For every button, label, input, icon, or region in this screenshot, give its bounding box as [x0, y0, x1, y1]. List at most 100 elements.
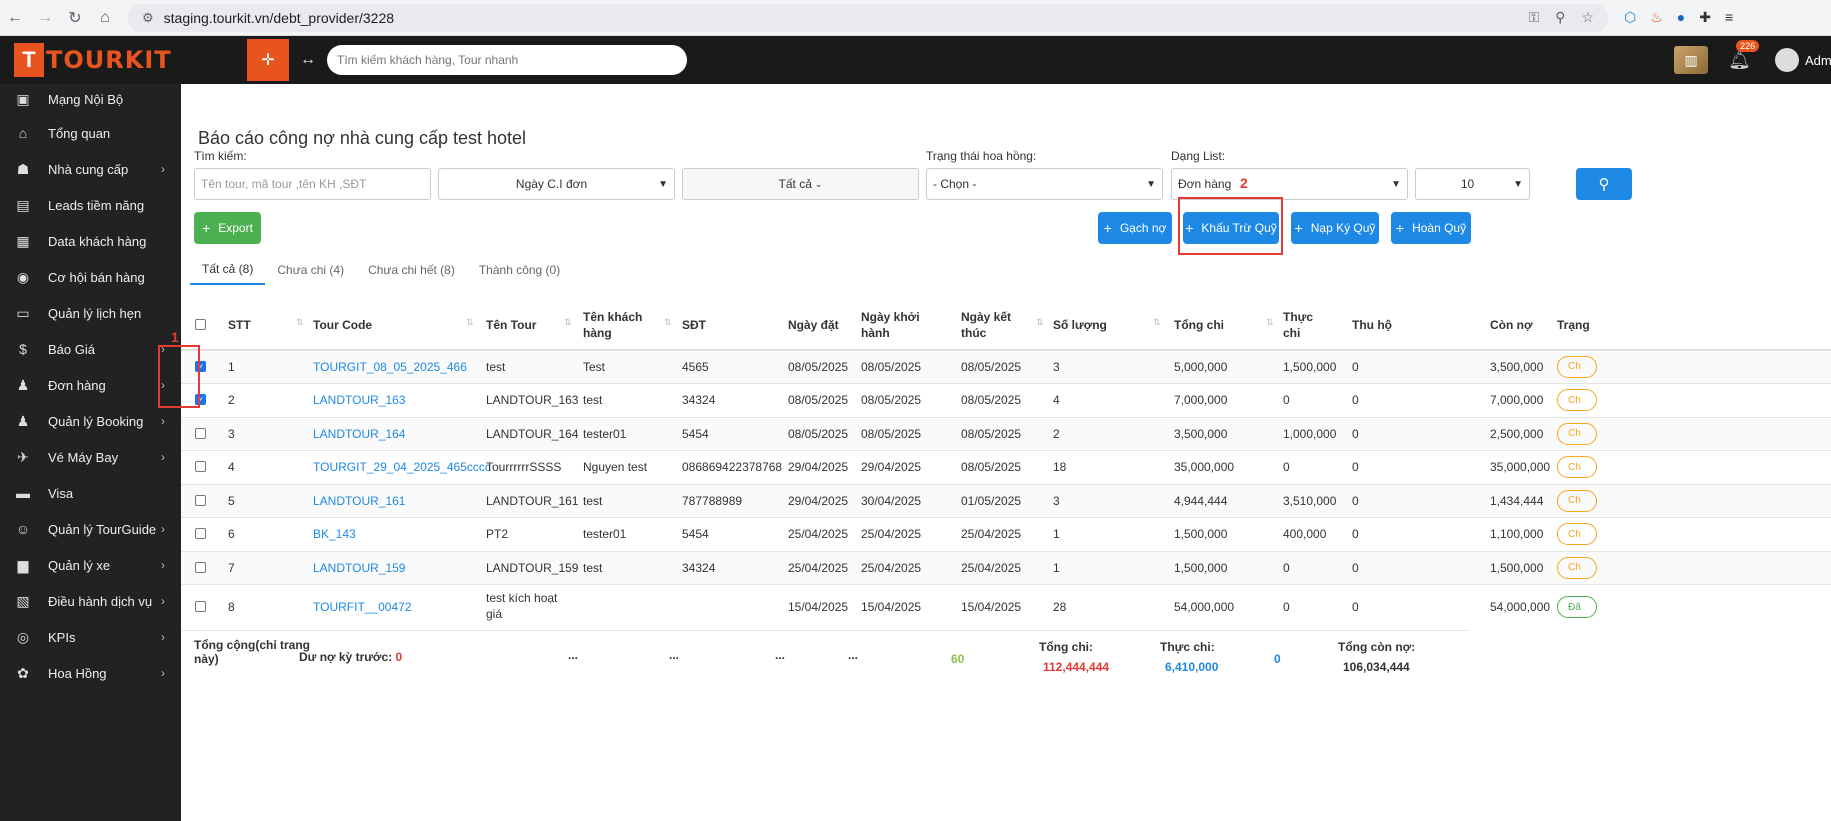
browser-menu-icon[interactable]: ≡: [1725, 9, 1733, 26]
column-header-thuc[interactable]: Thực chi: [1283, 309, 1313, 341]
status-badge[interactable]: Ch: [1557, 489, 1597, 512]
sidebar-item[interactable]: ◉ Cơ hội bán hàng: [0, 259, 181, 295]
column-header-sl[interactable]: Số lượng: [1053, 317, 1107, 333]
column-header-st[interactable]: Trạng: [1557, 317, 1590, 333]
extensions-puzzle-icon[interactable]: ✚: [1699, 9, 1711, 26]
cell-text: 4,944,444: [1174, 493, 1228, 508]
sidebar-item[interactable]: ▦ Data khách hàng: [0, 223, 181, 259]
booking-icon: ♟: [16, 412, 30, 429]
footer-divider: [181, 630, 1469, 631]
cell-code[interactable]: TOURFIT__00472: [313, 599, 412, 615]
toggle-sidebar-icon[interactable]: ↔: [289, 39, 327, 81]
sort-icon[interactable]: ⇅: [1266, 317, 1274, 328]
cell-code[interactable]: BK_143: [313, 526, 356, 542]
fullscreen-icon[interactable]: ✛: [247, 39, 289, 81]
sidebar-item[interactable]: ☺ Quản lý TourGuide ›: [0, 511, 181, 547]
extension-hex-icon[interactable]: ⬡: [1624, 9, 1636, 26]
row-checkbox[interactable]: [195, 494, 206, 506]
address-bar[interactable]: ⚙ staging.tourkit.vn/debt_provider/3228 …: [128, 3, 1608, 32]
zoom-icon[interactable]: ⚲: [1555, 9, 1565, 26]
column-header-label: Tên khách: [583, 310, 643, 324]
logo[interactable]: T TOURKIT: [0, 36, 181, 84]
cell-sl: 28: [1053, 599, 1066, 615]
row-checkbox[interactable]: [195, 461, 206, 472]
column-header-tong[interactable]: Tổng chi: [1174, 317, 1224, 333]
debt-table: STT ⇅ Tour Code ⇅ Tên Tour ⇅ Tên khách hàng ⇅ SĐT…: [158, 84, 1831, 821]
column-header-tour[interactable]: Tên Tour: [486, 317, 536, 333]
home-browser-icon[interactable]: ⌂: [90, 3, 120, 33]
cell-code[interactable]: LANDTOUR_163: [313, 392, 405, 408]
sidebar-item[interactable]: ▬ Visa: [0, 475, 181, 511]
cell-code[interactable]: LANDTOUR_161: [313, 493, 405, 509]
global-search-input[interactable]: [327, 45, 687, 75]
column-header-sdt[interactable]: SĐT: [682, 317, 706, 333]
status-badge[interactable]: Ch: [1557, 389, 1597, 411]
select-all-checkbox[interactable]: [195, 319, 206, 330]
chevron-right-icon: ›: [161, 666, 165, 680]
cell-code[interactable]: TOURGIT_29_04_2025_465cccc: [313, 459, 491, 475]
sort-icon[interactable]: ⇅: [466, 317, 474, 328]
sort-icon[interactable]: ⇅: [664, 317, 672, 328]
sidebar-item[interactable]: ⌂ Tổng quan: [0, 115, 181, 151]
avatar[interactable]: [1775, 48, 1799, 72]
forward-icon[interactable]: →: [30, 3, 60, 33]
cell-kh: tester01: [583, 426, 626, 442]
cell-kt: 25/04/2025: [961, 560, 1021, 576]
sidebar-item[interactable]: ▣ Mạng Nội Bộ: [0, 84, 181, 115]
sidebar-item[interactable]: $ Báo Giá ›: [0, 331, 181, 367]
sort-icon[interactable]: ⇅: [1036, 317, 1044, 328]
sort-icon[interactable]: ⇅: [296, 317, 304, 328]
sidebar-item[interactable]: ▆ Quản lý xe ›: [0, 547, 181, 583]
row-checkbox[interactable]: [195, 561, 206, 573]
cell-code[interactable]: TOURGIT_08_05_2025_466: [313, 359, 467, 375]
sidebar-item[interactable]: ▧ Điều hành dịch vụ ›: [0, 583, 181, 619]
sidebar-item[interactable]: ▭ Quản lý lịch hẹn: [0, 295, 181, 331]
key-icon[interactable]: ⚿: [1529, 9, 1540, 26]
extension-globe-icon[interactable]: ●: [1677, 9, 1685, 26]
status-badge[interactable]: Ch: [1557, 456, 1597, 478]
back-icon[interactable]: ←: [0, 3, 30, 33]
star-icon[interactable]: ☆: [1581, 9, 1594, 26]
sidebar-item-label: Đơn hàng: [48, 377, 106, 393]
cell-text: 15/04/2025: [788, 600, 849, 614]
row-checkbox[interactable]: [195, 427, 206, 439]
cell-thuc: 0: [1283, 560, 1290, 576]
sort-icon[interactable]: ⇅: [564, 317, 572, 328]
cell-text: LANDTOUR_163: [313, 393, 406, 407]
status-badge[interactable]: Ch: [1557, 556, 1597, 579]
reload-icon[interactable]: ↻: [60, 3, 90, 33]
sidebar-item[interactable]: ☗ Nhà cung cấp ›: [0, 151, 181, 187]
column-header-kh[interactable]: Tên khách hàng: [583, 309, 642, 341]
site-info-icon[interactable]: ⚙: [142, 10, 154, 26]
status-badge[interactable]: Ch: [1557, 523, 1597, 545]
sidebar-item-label: Quản lý TourGuide: [48, 521, 157, 537]
sidebar-item[interactable]: ✿ Hoa Hồng ›: [0, 655, 181, 691]
column-header-conno[interactable]: Còn nợ: [1490, 317, 1533, 333]
sort-icon[interactable]: ⇅: [1153, 317, 1161, 328]
row-checkbox[interactable]: [195, 601, 206, 612]
sidebar-item[interactable]: ▤ Leads tiềm năng: [0, 187, 181, 223]
user-name[interactable]: Admin: [1805, 53, 1831, 68]
cell-code[interactable]: LANDTOUR_164: [313, 426, 405, 442]
actual-spend-value: 6,410,000: [1165, 660, 1219, 674]
column-header-dat[interactable]: Ngày đặt: [788, 317, 839, 333]
cell-text: 0: [1283, 393, 1290, 407]
column-header-kt[interactable]: Ngày kết thúc: [961, 309, 1011, 341]
sidebar-item[interactable]: ♟ Quản lý Booking ›: [0, 403, 181, 439]
column-header-khoi[interactable]: Ngày khởi hành: [861, 309, 920, 341]
visa-icon: ▬: [16, 485, 30, 501]
column-header-code[interactable]: Tour Code: [313, 317, 372, 333]
sidebar-item[interactable]: ✈ Vé Máy Bay ›: [0, 439, 181, 475]
column-header-stt[interactable]: STT: [228, 317, 251, 333]
sidebar-item[interactable]: ♟ Đơn hàng ›: [0, 367, 181, 403]
guide-book-icon[interactable]: ▥: [1674, 46, 1709, 74]
status-badge[interactable]: Ch: [1557, 355, 1597, 378]
row-checkbox[interactable]: [195, 528, 206, 539]
status-badge[interactable]: Đã: [1557, 596, 1597, 618]
status-badge[interactable]: Ch: [1557, 422, 1597, 445]
cell-code[interactable]: LANDTOUR_159: [313, 560, 405, 576]
column-header-thuho[interactable]: Thu hộ: [1352, 317, 1392, 333]
extension-fire-icon[interactable]: ♨: [1650, 9, 1663, 26]
sidebar-item[interactable]: ◎ KPIs ›: [0, 619, 181, 655]
notification-bell-icon[interactable]: 🔔︎ 226: [1728, 39, 1760, 71]
